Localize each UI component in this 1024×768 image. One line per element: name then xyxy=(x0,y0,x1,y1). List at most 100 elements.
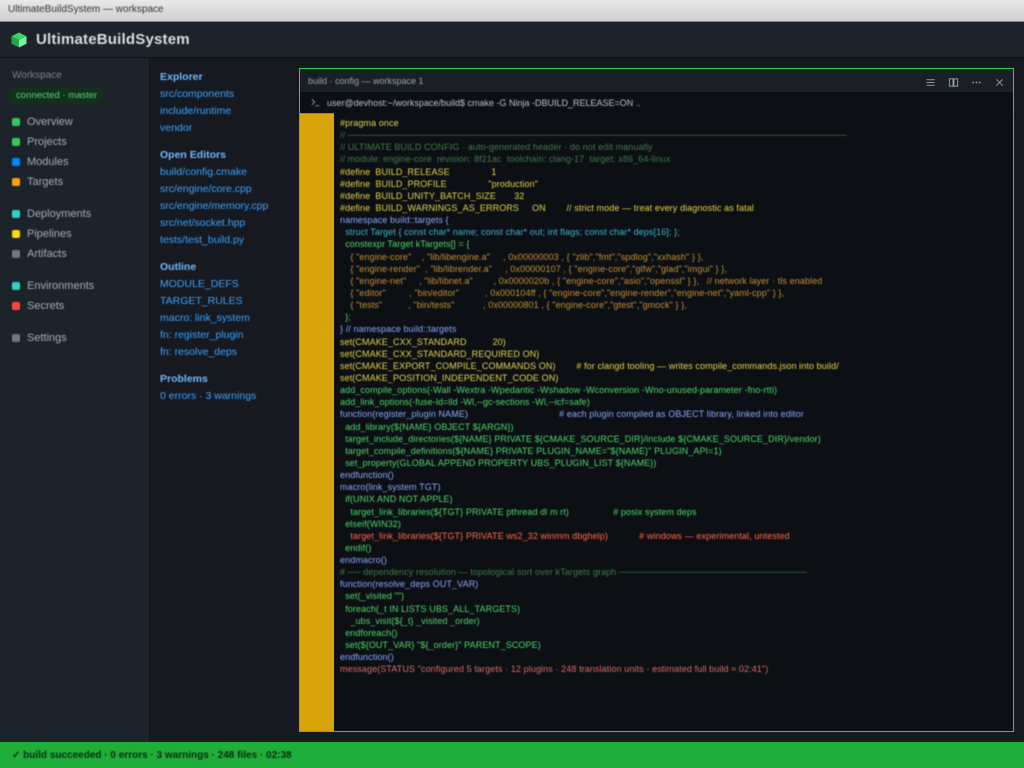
sidebar-item[interactable]: Secrets xyxy=(0,296,149,316)
explorer-group-head[interactable]: Problems xyxy=(156,370,288,387)
code-line: }; xyxy=(340,311,1007,323)
explorer-item[interactable]: macro: link_system xyxy=(156,309,288,326)
brand-title: UltimateBuildSystem xyxy=(36,31,190,48)
code-line: { "engine-net" , "lib/libnet.a" , 0x0000… xyxy=(340,275,1007,287)
terminal-prompt-text: user@devhost:~/workspace/build$ cmake -G… xyxy=(327,98,641,108)
code-line: elseif(WIN32) xyxy=(340,518,1007,530)
explorer-item[interactable]: fn: resolve_deps xyxy=(156,343,288,360)
close-icon[interactable] xyxy=(994,75,1005,86)
sidebar-item[interactable]: Projects xyxy=(0,132,149,152)
sidebar-item[interactable]: Deployments xyxy=(0,204,149,224)
tab-controls xyxy=(925,75,1005,86)
sidebar-item[interactable]: Overview xyxy=(0,112,149,132)
sidebar-group-2: Deployments Pipelines Artifacts xyxy=(0,204,149,264)
status-dot-icon xyxy=(12,118,20,126)
status-dot-icon xyxy=(12,138,20,146)
code-line: # ── dependency resolution — topological… xyxy=(340,566,1007,578)
status-dot-icon xyxy=(12,282,20,290)
sidebar-item-label: Modules xyxy=(27,156,69,168)
sidebar-item[interactable]: Modules xyxy=(0,152,149,172)
code-line: namespace build::targets { xyxy=(340,214,1007,226)
terminal-prompt-row[interactable]: user@devhost:~/workspace/build$ cmake -G… xyxy=(300,93,1013,113)
explorer-item[interactable]: vendor xyxy=(156,119,288,136)
code-line: constexpr Target kTargets[] = { xyxy=(340,238,1007,250)
status-bar-text: ✓ build succeeded · 0 errors · 3 warning… xyxy=(12,750,292,761)
connection-status-badge: connected · master xyxy=(10,87,103,104)
os-window-chrome: UltimateBuildSystem — workspace xyxy=(0,0,1024,22)
explorer-item[interactable]: build/config.cmake xyxy=(156,163,288,180)
code-line: { "tests" , "bin/tests" , 0x00000801 , {… xyxy=(340,299,1007,311)
status-dot-icon xyxy=(12,158,20,166)
explorer-group-head[interactable]: Open Editors xyxy=(156,146,288,163)
explorer-group-head[interactable]: Explorer xyxy=(156,68,288,85)
code-line: struct Target { const char* name; const … xyxy=(340,226,1007,238)
editor-frame: build · config — workspace 1 user@devhos… xyxy=(299,68,1014,732)
code-line: { "editor" , "bin/editor" , 0x000104ff ,… xyxy=(340,287,1007,299)
sidebar-item-label: Environments xyxy=(27,280,94,292)
terminal-icon xyxy=(310,97,321,108)
editor-tab-label[interactable]: build · config — workspace 1 xyxy=(308,76,424,86)
explorer-item[interactable]: fn: register_plugin xyxy=(156,326,288,343)
window-title: UltimateBuildSystem — workspace xyxy=(0,0,1024,19)
sidebar-item-label: Overview xyxy=(27,116,73,128)
explorer-group-head[interactable]: Outline xyxy=(156,258,288,275)
code-line: endforeach() xyxy=(340,627,1007,639)
main-area: Explorersrc/componentsinclude/runtimeven… xyxy=(150,58,1024,742)
code-line: #define BUILD_RELEASE 1 xyxy=(340,166,1007,178)
sidebar-item-label: Artifacts xyxy=(27,248,67,260)
sidebar-item-label: Projects xyxy=(27,136,67,148)
logo-cube-icon xyxy=(10,31,28,49)
sidebar-item[interactable]: Targets xyxy=(0,172,149,192)
explorer-item[interactable]: src/engine/memory.cpp xyxy=(156,197,288,214)
status-dot-icon xyxy=(12,250,20,258)
code-line: function(resolve_deps OUT_VAR) xyxy=(340,578,1007,590)
code-line: target_include_directories(${NAME} PRIVA… xyxy=(340,433,1007,445)
code-line: } // namespace build::targets xyxy=(340,323,1007,335)
explorer-item[interactable]: src/components xyxy=(156,85,288,102)
explorer-item[interactable]: tests/test_build.py xyxy=(156,231,288,248)
status-dot-icon xyxy=(12,302,20,310)
code-line: #define BUILD_PROFILE "production" xyxy=(340,178,1007,190)
explorer-item[interactable]: include/runtime xyxy=(156,102,288,119)
explorer-item[interactable]: src/engine/core.cpp xyxy=(156,180,288,197)
explorer-item[interactable]: TARGET_RULES xyxy=(156,292,288,309)
code-line: if(UNIX AND NOT APPLE) xyxy=(340,493,1007,505)
explorer-item[interactable]: src/net/socket.hpp xyxy=(156,214,288,231)
editor-body[interactable]: #pragma once// ─────────────────────────… xyxy=(300,113,1013,731)
code-line: endmacro() xyxy=(340,554,1007,566)
status-dot-icon xyxy=(12,178,20,186)
editor-tabbar: build · config — workspace 1 xyxy=(300,69,1013,93)
explorer-column: Explorersrc/componentsinclude/runtimeven… xyxy=(150,58,295,742)
status-dot-icon xyxy=(12,210,20,218)
code-line: set_property(GLOBAL APPEND PROPERTY UBS_… xyxy=(340,457,1007,469)
sidebar-group-1: Overview Projects Modules Targets xyxy=(0,112,149,192)
code-line: target_link_libraries(${TGT} PRIVATE ws2… xyxy=(340,530,1007,542)
status-dot-icon xyxy=(12,334,20,342)
code-area[interactable]: #pragma once// ─────────────────────────… xyxy=(334,113,1013,731)
sidebar-item[interactable]: Artifacts xyxy=(0,244,149,264)
status-dot-icon xyxy=(12,230,20,238)
explorer-item[interactable]: MODULE_DEFS xyxy=(156,275,288,292)
code-line: function(register_plugin NAME) # each pl… xyxy=(340,408,1007,420)
code-line: endfunction() xyxy=(340,651,1007,663)
sidebar: Workspace connected · master OverviewPro… xyxy=(0,58,150,742)
body-row: Workspace connected · master OverviewPro… xyxy=(0,58,1024,742)
sidebar-item-label: Pipelines xyxy=(27,228,72,240)
split-icon[interactable] xyxy=(948,75,959,86)
more-icon[interactable] xyxy=(971,75,982,86)
code-line: { "engine-core" , "lib/libengine.a" , 0x… xyxy=(340,251,1007,263)
explorer-item[interactable]: 0 errors · 3 warnings xyxy=(156,387,288,404)
code-line: // ULTIMATE BUILD CONFIG · auto-generate… xyxy=(340,141,1007,153)
menu-icon[interactable] xyxy=(925,75,936,86)
app-header: UltimateBuildSystem xyxy=(0,22,1024,58)
code-line: macro(link_system TGT) xyxy=(340,481,1007,493)
code-line: _ubs_visit(${_t} _visited _order) xyxy=(340,615,1007,627)
sidebar-item[interactable]: Pipelines xyxy=(0,224,149,244)
sidebar-item[interactable]: Environments xyxy=(0,276,149,296)
code-line: // module: engine-core revision: 8f21ac … xyxy=(340,153,1007,165)
code-line: set(${OUT_VAR} "${_order}" PARENT_SCOPE) xyxy=(340,639,1007,651)
code-line: target_link_libraries(${TGT} PRIVATE pth… xyxy=(340,506,1007,518)
sidebar-item[interactable]: Settings xyxy=(0,328,149,348)
code-line: set(CMAKE_EXPORT_COMPILE_COMMANDS ON) # … xyxy=(340,360,1007,372)
code-line: message(STATUS "configured 5 targets · 1… xyxy=(340,663,1007,675)
